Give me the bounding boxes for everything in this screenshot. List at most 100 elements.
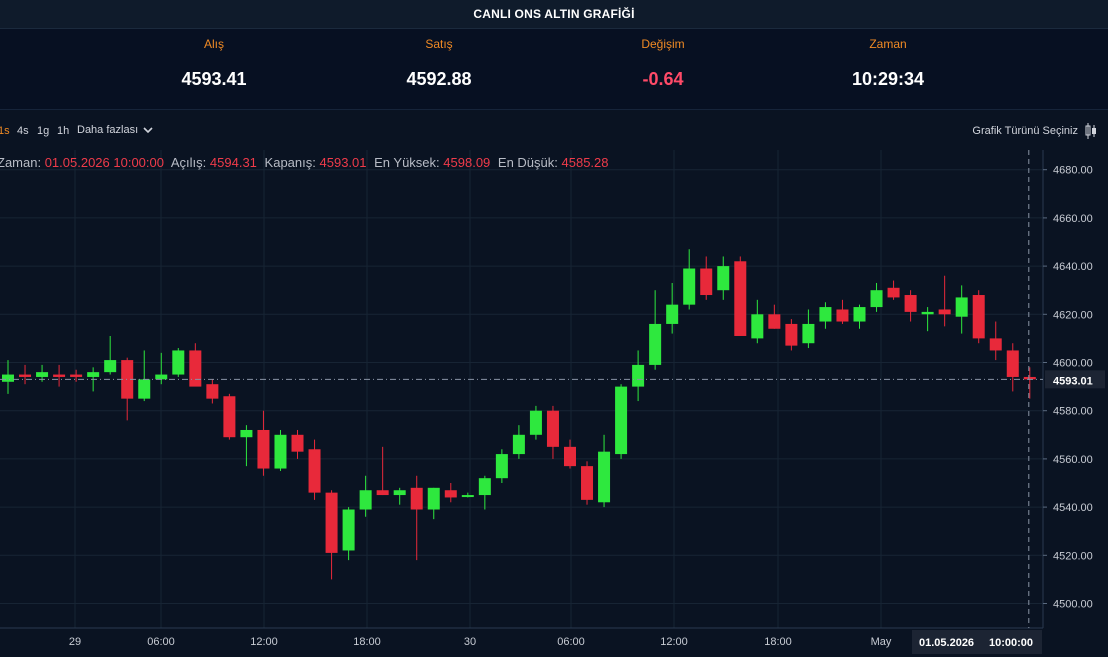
legend-high-label: En Yüksek: (374, 155, 440, 170)
candle-body (836, 309, 849, 322)
candle-body (478, 478, 491, 496)
candle-body (1006, 350, 1019, 377)
candle-body (904, 295, 917, 312)
candle-body (768, 314, 781, 329)
candle-body (802, 323, 815, 344)
candle-body (308, 449, 321, 493)
candle-body (751, 314, 764, 339)
candle-body (581, 466, 594, 500)
timeframe-1h[interactable]: 1h (57, 125, 69, 137)
more-timeframes-label: Daha fazlası (77, 124, 139, 136)
candle-body (189, 350, 202, 387)
candle-body (155, 374, 168, 380)
candle-body (495, 454, 508, 479)
x-tick-label: 12:00 (660, 636, 688, 648)
timeframe-4s[interactable]: 4s (17, 125, 29, 137)
candle-body (632, 364, 645, 387)
ohlc-legend: Zaman: 01.05.2026 10:00:00 Açılış: 4594.… (0, 155, 613, 170)
candle-body (734, 261, 747, 336)
quote-ask-label: Satış (425, 37, 453, 51)
x-tick-label: 06:00 (147, 636, 175, 648)
quote-time-value: 10:29:34 (851, 69, 925, 89)
title-bar: CANLI ONS ALTIN GRAFİĞİ (0, 0, 1108, 29)
candle-body (240, 429, 253, 438)
candle-body (887, 287, 900, 298)
legend-open-label: Açılış: (170, 155, 207, 170)
candle-body (461, 495, 474, 498)
price-tick-label: 4680.00 (1053, 165, 1093, 177)
more-timeframes-button[interactable]: Daha fazlası (77, 124, 153, 136)
chart-toolbar: 1s 4s 1g 1h Daha fazlası Grafik Türünü S… (0, 118, 1108, 144)
candle-body (19, 374, 32, 377)
candle-body (598, 451, 611, 503)
legend-low-value: 4585.28 (561, 155, 609, 170)
candle-body (444, 490, 457, 498)
candle-body (938, 309, 951, 315)
candle-body (87, 372, 100, 377)
candle-body (104, 360, 117, 373)
candle-body (666, 304, 679, 324)
candle-body (700, 268, 713, 296)
candle-body (921, 311, 934, 315)
candle-body (206, 384, 219, 399)
page-title: CANLI ONS ALTIN GRAFİĞİ (473, 7, 635, 21)
crosshair: 4593.01 01.05.2026 10:00:00 (0, 150, 1105, 654)
quote-ask-value: 4592.88 (406, 69, 472, 89)
quote-bid-value: 4593.41 (181, 69, 247, 89)
legend-time-label: Zaman: (0, 155, 42, 170)
candle-body (223, 396, 236, 438)
candle-body (649, 323, 662, 365)
candle-body (972, 295, 985, 339)
candle-body (427, 487, 440, 510)
timeframe-1g[interactable]: 1g (37, 125, 49, 137)
legend-open-value: 4594.31 (209, 155, 257, 170)
price-tick-label: 4600.00 (1053, 358, 1093, 370)
candle-body (410, 487, 423, 510)
candle-body (342, 509, 355, 551)
candle-body (36, 372, 49, 377)
price-axis[interactable]: 4500.00 4520.00 4540.00 4560.00 4580.00 4600.… (1042, 150, 1108, 628)
candle-body (989, 338, 1002, 351)
candle-body (393, 490, 406, 496)
x-tick-label: 18:00 (764, 636, 792, 648)
legend-high-value: 4598.09 (443, 155, 491, 170)
price-tick-label: 4520.00 (1053, 550, 1093, 562)
price-tick-label: 4660.00 (1053, 213, 1093, 225)
candle-body (2, 374, 14, 382)
candle-body (955, 297, 968, 317)
legend-low-label: En Düşük: (497, 155, 558, 170)
candle-body (70, 374, 83, 377)
price-tick-label: 4640.00 (1053, 261, 1093, 273)
timeframe-1s[interactable]: 1s (0, 125, 10, 137)
candle-body (615, 386, 628, 455)
candle-body (53, 374, 66, 377)
price-tick-label: 4560.00 (1053, 454, 1093, 466)
candle-body (529, 410, 542, 435)
quote-change-label: Değişim (641, 37, 685, 51)
candle-body (291, 434, 304, 452)
quote-time-label: Zaman (869, 37, 907, 51)
x-tick-label: May (871, 636, 892, 648)
legend-time-value: 01.05.2026 10:00:00 (44, 155, 164, 170)
x-axis: 29 06:00 12:00 18:00 30 06:00 12:00 18:00 May (0, 627, 1043, 648)
quote-bid-label: Alış (203, 37, 224, 51)
chart-grid (0, 150, 1043, 628)
price-tick-label: 4620.00 (1053, 309, 1093, 321)
price-tick-label: 4540.00 (1053, 502, 1093, 514)
candle-body (257, 429, 270, 469)
candle-body (359, 490, 372, 510)
crosshair-price-label: 4593.01 (1053, 375, 1093, 387)
chart-type-label[interactable]: Grafik Türünü Seçiniz (972, 125, 1078, 137)
candle-body (853, 307, 866, 322)
x-tick-label: 12:00 (250, 636, 278, 648)
candle-body (683, 268, 696, 305)
candle-body (563, 446, 576, 467)
candle-body (325, 492, 338, 553)
candlestick-icon[interactable] (1084, 122, 1098, 140)
candle-body (376, 490, 389, 496)
candle-body (138, 379, 151, 399)
chevron-down-icon (143, 127, 153, 134)
candle-body (172, 350, 185, 375)
crosshair-date-label: 01.05.2026 (919, 637, 974, 649)
legend-close-value: 4593.01 (319, 155, 367, 170)
